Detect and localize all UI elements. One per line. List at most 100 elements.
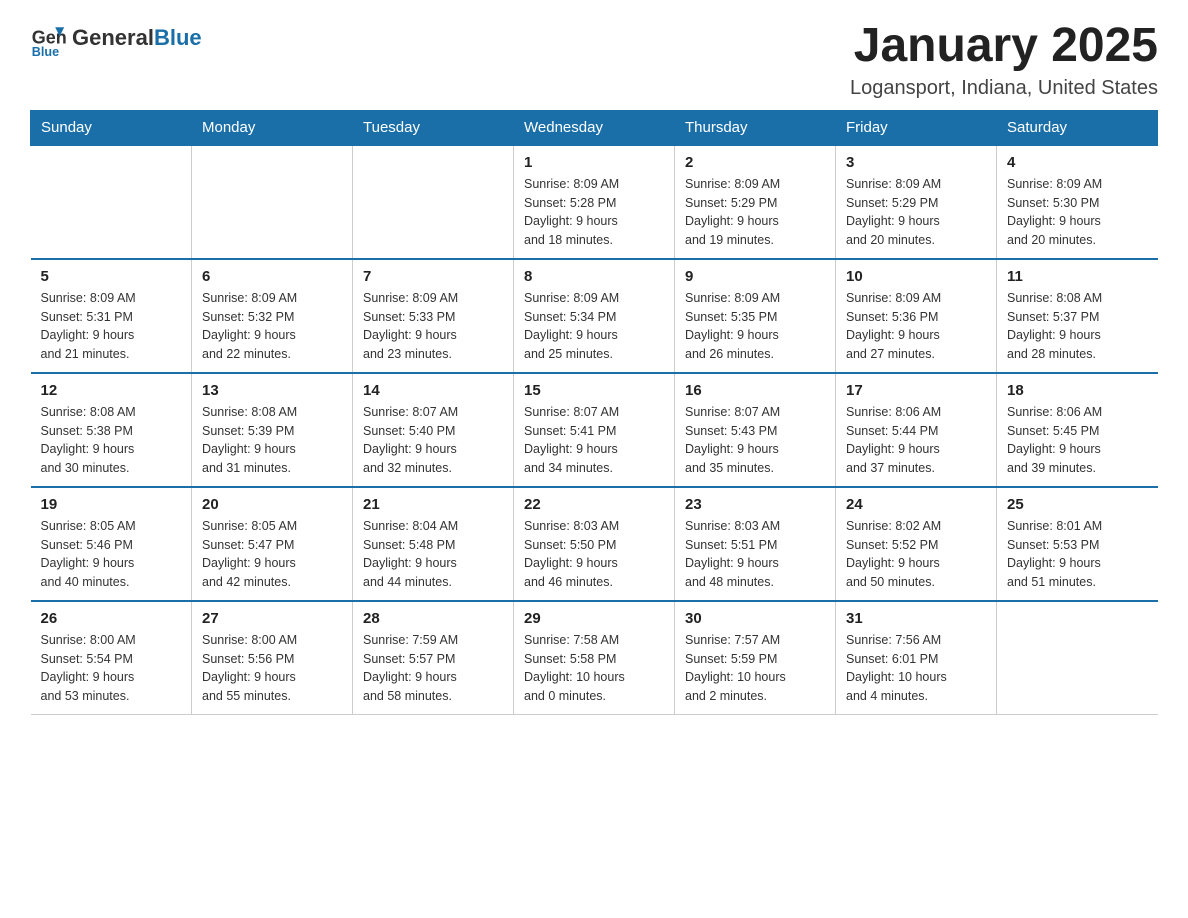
- day-info: Sunrise: 8:09 AM Sunset: 5:29 PM Dayligh…: [685, 175, 825, 250]
- day-info: Sunrise: 8:03 AM Sunset: 5:51 PM Dayligh…: [685, 517, 825, 592]
- day-number: 26: [41, 610, 182, 627]
- day-number: 24: [846, 496, 986, 513]
- day-cell-5: 5Sunrise: 8:09 AM Sunset: 5:31 PM Daylig…: [31, 259, 192, 373]
- day-info: Sunrise: 8:09 AM Sunset: 5:30 PM Dayligh…: [1007, 175, 1148, 250]
- day-cell-4: 4 Sunrise: 8:09 AM Sunset: 5:30 PM Daylig…: [997, 145, 1158, 259]
- logo: Gen Blue GeneralBlue: [30, 20, 202, 56]
- day-number: 22: [524, 496, 664, 513]
- day-info: Sunrise: 8:07 AM Sunset: 5:40 PM Dayligh…: [363, 403, 503, 478]
- day-number: 19: [41, 496, 182, 513]
- day-number: 27: [202, 610, 342, 627]
- day-info: Sunrise: 8:06 AM Sunset: 5:44 PM Dayligh…: [846, 403, 986, 478]
- day-number: 13: [202, 382, 342, 399]
- day-number: 6: [202, 268, 342, 285]
- empty-cell: [31, 145, 192, 259]
- day-number: 18: [1007, 382, 1148, 399]
- day-number: 8: [524, 268, 664, 285]
- day-info: Sunrise: 7:56 AM Sunset: 6:01 PM Dayligh…: [846, 631, 986, 706]
- day-cell-28: 28Sunrise: 7:59 AM Sunset: 5:57 PM Dayli…: [353, 601, 514, 715]
- day-info: Sunrise: 8:08 AM Sunset: 5:37 PM Dayligh…: [1007, 289, 1148, 364]
- month-title: January 2025: [850, 20, 1158, 73]
- day-cell-13: 13Sunrise: 8:08 AM Sunset: 5:39 PM Dayli…: [192, 373, 353, 487]
- day-cell-2: 2 Sunrise: 8:09 AM Sunset: 5:29 PM Daylig…: [675, 145, 836, 259]
- day-number: 23: [685, 496, 825, 513]
- empty-cell: [997, 601, 1158, 715]
- calendar-header-row: SundayMondayTuesdayWednesdayThursdayFrid…: [31, 110, 1158, 145]
- day-cell-12: 12 Sunrise: 8:08 AM Sunset: 5:38 PM Dayli…: [31, 373, 192, 487]
- day-info: Sunrise: 8:00 AM Sunset: 5:56 PM Dayligh…: [202, 631, 342, 706]
- day-cell-21: 21 Sunrise: 8:04 AM Sunset: 5:48 PM Dayli…: [353, 487, 514, 601]
- day-info: Sunrise: 8:00 AM Sunset: 5:54 PM Dayligh…: [41, 631, 182, 706]
- day-number: 21: [363, 496, 503, 513]
- day-cell-17: 17Sunrise: 8:06 AM Sunset: 5:44 PM Dayli…: [836, 373, 997, 487]
- day-cell-26: 26 Sunrise: 8:00 AM Sunset: 5:54 PM Dayli…: [31, 601, 192, 715]
- day-cell-9: 9Sunrise: 8:09 AM Sunset: 5:35 PM Daylig…: [675, 259, 836, 373]
- day-number: 31: [846, 610, 986, 627]
- day-info: Sunrise: 7:58 AM Sunset: 5:58 PM Dayligh…: [524, 631, 664, 706]
- day-number: 16: [685, 382, 825, 399]
- col-header-tuesday: Tuesday: [353, 110, 514, 145]
- day-info: Sunrise: 8:01 AM Sunset: 5:53 PM Dayligh…: [1007, 517, 1148, 592]
- day-info: Sunrise: 8:09 AM Sunset: 5:34 PM Dayligh…: [524, 289, 664, 364]
- day-number: 12: [41, 382, 182, 399]
- day-info: Sunrise: 8:09 AM Sunset: 5:32 PM Dayligh…: [202, 289, 342, 364]
- week-row-1: 1Sunrise: 8:09 AM Sunset: 5:28 PM Daylig…: [31, 145, 1158, 259]
- day-cell-27: 27 Sunrise: 8:00 AM Sunset: 5:56 PM Dayli…: [192, 601, 353, 715]
- logo-text-blue: Blue: [154, 25, 202, 50]
- col-header-wednesday: Wednesday: [514, 110, 675, 145]
- calendar-table: SundayMondayTuesdayWednesdayThursdayFrid…: [30, 110, 1158, 715]
- col-header-friday: Friday: [836, 110, 997, 145]
- day-info: Sunrise: 8:02 AM Sunset: 5:52 PM Dayligh…: [846, 517, 986, 592]
- day-cell-16: 16 Sunrise: 8:07 AM Sunset: 5:43 PM Dayli…: [675, 373, 836, 487]
- day-number: 7: [363, 268, 503, 285]
- day-info: Sunrise: 8:09 AM Sunset: 5:36 PM Dayligh…: [846, 289, 986, 364]
- day-cell-11: 11 Sunrise: 8:08 AM Sunset: 5:37 PM Dayli…: [997, 259, 1158, 373]
- day-info: Sunrise: 8:05 AM Sunset: 5:47 PM Dayligh…: [202, 517, 342, 592]
- day-number: 29: [524, 610, 664, 627]
- day-info: Sunrise: 8:07 AM Sunset: 5:43 PM Dayligh…: [685, 403, 825, 478]
- col-header-monday: Monday: [192, 110, 353, 145]
- day-cell-8: 8 Sunrise: 8:09 AM Sunset: 5:34 PM Daylig…: [514, 259, 675, 373]
- day-cell-6: 6 Sunrise: 8:09 AM Sunset: 5:32 PM Daylig…: [192, 259, 353, 373]
- day-info: Sunrise: 8:07 AM Sunset: 5:41 PM Dayligh…: [524, 403, 664, 478]
- day-info: Sunrise: 7:59 AM Sunset: 5:57 PM Dayligh…: [363, 631, 503, 706]
- day-cell-22: 22 Sunrise: 8:03 AM Sunset: 5:50 PM Dayli…: [514, 487, 675, 601]
- day-cell-30: 30Sunrise: 7:57 AM Sunset: 5:59 PM Dayli…: [675, 601, 836, 715]
- day-cell-29: 29 Sunrise: 7:58 AM Sunset: 5:58 PM Dayli…: [514, 601, 675, 715]
- location-title: Logansport, Indiana, United States: [850, 77, 1158, 100]
- empty-cell: [353, 145, 514, 259]
- empty-cell: [192, 145, 353, 259]
- day-number: 20: [202, 496, 342, 513]
- day-info: Sunrise: 8:09 AM Sunset: 5:31 PM Dayligh…: [41, 289, 182, 364]
- day-cell-14: 14 Sunrise: 8:07 AM Sunset: 5:40 PM Dayli…: [353, 373, 514, 487]
- col-header-sunday: Sunday: [31, 110, 192, 145]
- day-cell-15: 15 Sunrise: 8:07 AM Sunset: 5:41 PM Dayli…: [514, 373, 675, 487]
- day-cell-10: 10 Sunrise: 8:09 AM Sunset: 5:36 PM Dayli…: [836, 259, 997, 373]
- day-cell-7: 7 Sunrise: 8:09 AM Sunset: 5:33 PM Daylig…: [353, 259, 514, 373]
- day-number: 1: [524, 154, 664, 171]
- day-number: 11: [1007, 268, 1148, 285]
- day-info: Sunrise: 8:06 AM Sunset: 5:45 PM Dayligh…: [1007, 403, 1148, 478]
- day-cell-25: 25Sunrise: 8:01 AM Sunset: 5:53 PM Dayli…: [997, 487, 1158, 601]
- day-info: Sunrise: 8:09 AM Sunset: 5:33 PM Dayligh…: [363, 289, 503, 364]
- day-number: 4: [1007, 154, 1148, 171]
- logo-text-general: General: [72, 25, 154, 50]
- day-number: 10: [846, 268, 986, 285]
- page-header: Gen Blue GeneralBlue January 2025 Logans…: [30, 20, 1158, 100]
- day-info: Sunrise: 8:04 AM Sunset: 5:48 PM Dayligh…: [363, 517, 503, 592]
- day-info: Sunrise: 8:03 AM Sunset: 5:50 PM Dayligh…: [524, 517, 664, 592]
- logo-icon: Gen Blue: [30, 20, 66, 56]
- day-cell-23: 23 Sunrise: 8:03 AM Sunset: 5:51 PM Dayli…: [675, 487, 836, 601]
- day-info: Sunrise: 8:08 AM Sunset: 5:38 PM Dayligh…: [41, 403, 182, 478]
- day-number: 9: [685, 268, 825, 285]
- day-number: 2: [685, 154, 825, 171]
- week-row-2: 5Sunrise: 8:09 AM Sunset: 5:31 PM Daylig…: [31, 259, 1158, 373]
- day-cell-20: 20 Sunrise: 8:05 AM Sunset: 5:47 PM Dayli…: [192, 487, 353, 601]
- col-header-thursday: Thursday: [675, 110, 836, 145]
- day-info: Sunrise: 8:09 AM Sunset: 5:29 PM Dayligh…: [846, 175, 986, 250]
- week-row-3: 12 Sunrise: 8:08 AM Sunset: 5:38 PM Dayli…: [31, 373, 1158, 487]
- day-cell-31: 31 Sunrise: 7:56 AM Sunset: 6:01 PM Dayli…: [836, 601, 997, 715]
- day-number: 14: [363, 382, 503, 399]
- day-number: 15: [524, 382, 664, 399]
- day-cell-24: 24 Sunrise: 8:02 AM Sunset: 5:52 PM Dayli…: [836, 487, 997, 601]
